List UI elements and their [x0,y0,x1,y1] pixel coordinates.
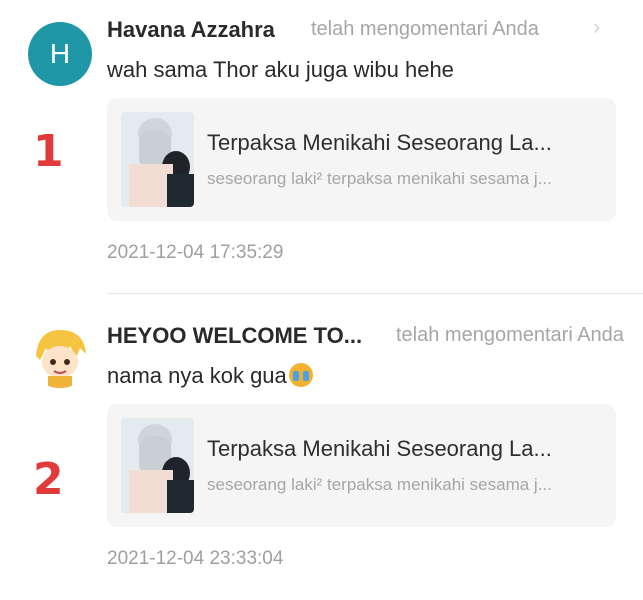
story-description: seseorang laki² terpaksa menikahi sesama… [207,475,552,494]
chevron-right-icon[interactable]: › [593,14,600,40]
avatar-letter: H [49,38,71,69]
comment-text: wah sama Thor aku juga wibu hehe [107,57,454,82]
story-card[interactable]: Terpaksa Menikahi Seseorang La... seseor… [107,98,616,221]
comment-timestamp: 2021-12-04 23:33:04 [107,548,284,569]
story-title: Terpaksa Menikahi Seseorang La... [207,436,552,461]
story-title: Terpaksa Menikahi Seseorang La... [207,130,552,155]
comment-timestamp: 2021-12-04 17:35:29 [107,242,284,263]
annotation-number: 2 [33,454,64,505]
story-description: seseorang laki² terpaksa menikahi sesama… [207,169,552,188]
avatar[interactable] [28,324,92,388]
crying-face-icon [288,363,313,387]
commenter-name[interactable]: Havana Azzahra [107,17,275,43]
comment-action-label: telah mengomentari Anda [396,324,624,346]
story-cover-thumbnail [121,418,194,513]
comment-action-label: telah mengomentari Anda [311,18,539,40]
annotation-number: 1 [33,126,64,177]
story-cover-thumbnail [121,112,194,207]
comment-item[interactable]: HEYOO WELCOME TO... telah mengomentari A… [0,294,643,600]
comment-item[interactable]: H Havana Azzahra telah mengomentari Anda… [0,0,643,294]
avatar[interactable]: H [28,22,92,86]
comment-text: nama nya kok gua [107,363,313,389]
story-card[interactable]: Terpaksa Menikahi Seseorang La... seseor… [107,404,616,527]
commenter-name[interactable]: HEYOO WELCOME TO... [107,323,362,349]
anime-avatar-image [28,324,92,388]
comment-text-content: nama nya kok gua [107,363,287,388]
